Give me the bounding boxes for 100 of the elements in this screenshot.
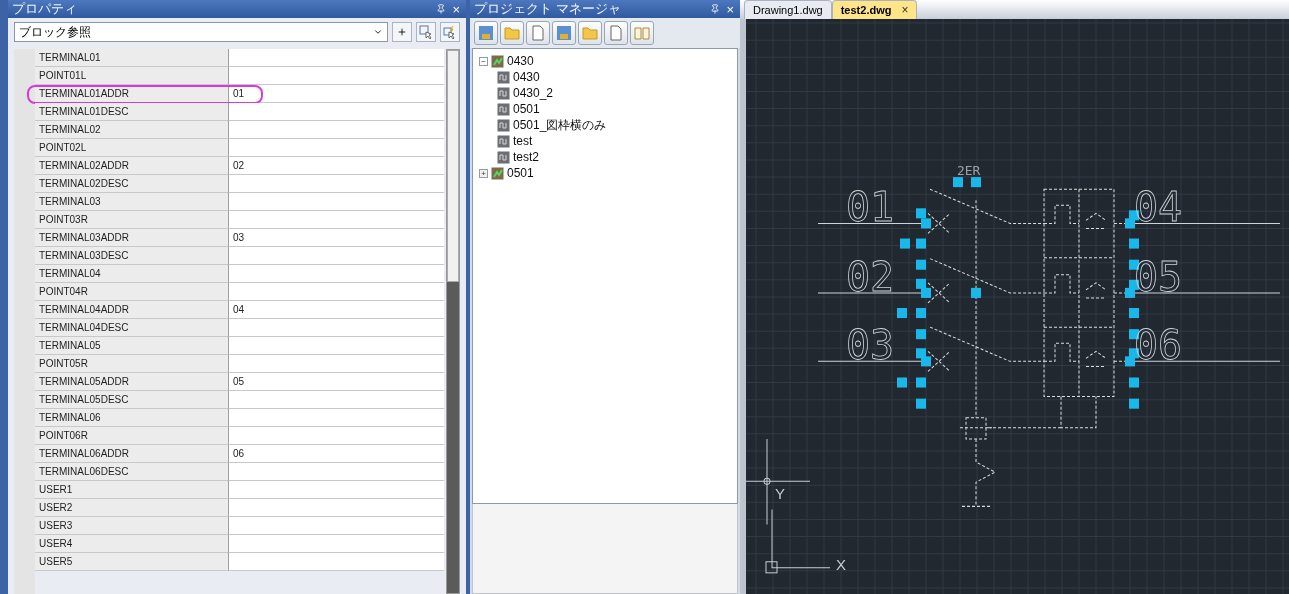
tree-item[interactable]: 0430_2 — [513, 86, 554, 100]
property-value[interactable]: 04 — [229, 301, 444, 319]
property-value[interactable] — [229, 553, 444, 571]
tree-item[interactable]: 0501 — [513, 102, 540, 116]
drawing-file-icon — [497, 134, 510, 148]
pin-icon[interactable] — [710, 4, 721, 14]
book-icon — [634, 26, 650, 40]
tree-item[interactable]: test — [513, 134, 533, 148]
scroll-thumb[interactable] — [447, 50, 459, 282]
property-name: POINT03R — [35, 211, 229, 229]
property-name: TERMINAL06 — [35, 409, 229, 427]
project-icon — [556, 25, 572, 41]
property-value[interactable] — [229, 481, 444, 499]
property-value[interactable] — [229, 103, 444, 121]
property-value[interactable] — [229, 193, 444, 211]
file-tab[interactable]: test2.dwg × — [831, 0, 918, 19]
property-value[interactable] — [229, 517, 444, 535]
property-value[interactable] — [229, 409, 444, 427]
property-name: POINT02L — [35, 139, 229, 157]
tree-item[interactable]: 0501_図枠横のみ — [513, 116, 607, 134]
property-name: USER1 — [35, 481, 229, 499]
close-button[interactable]: × — [726, 1, 734, 17]
object-type-dropdown[interactable]: ブロック参照 — [14, 22, 388, 42]
property-value[interactable] — [229, 391, 444, 409]
project-icon — [478, 25, 494, 41]
property-value[interactable] — [229, 463, 444, 481]
property-name: POINT04R — [35, 283, 229, 301]
close-tab-button[interactable]: × — [901, 3, 909, 17]
property-value[interactable]: 01 — [229, 85, 444, 103]
drawing-canvas[interactable]: 2ER 01 02 03 04 05 06 Y X — [740, 19, 1289, 594]
property-name: TERMINAL06ADDR — [35, 445, 229, 463]
select-objects-button[interactable] — [416, 22, 436, 42]
property-value[interactable] — [229, 535, 444, 553]
panel-title: プロジェクト マネージャ — [474, 0, 621, 18]
property-value[interactable] — [229, 121, 444, 139]
close-button[interactable]: × — [452, 1, 460, 17]
property-name: TERMINAL05ADDR — [35, 373, 229, 391]
project-icon — [491, 54, 504, 68]
plus-icon — [397, 27, 407, 37]
property-value[interactable] — [229, 175, 444, 193]
tree-item[interactable]: 0501 — [507, 166, 534, 180]
property-name: POINT06R — [35, 427, 229, 445]
property-name: TERMINAL01DESC — [35, 103, 229, 121]
scrollbar[interactable] — [446, 49, 460, 594]
property-value[interactable] — [229, 283, 444, 301]
expand-toggle[interactable]: + — [479, 168, 488, 178]
project-settings-button[interactable] — [552, 21, 576, 45]
collapse-toggle[interactable]: − — [479, 56, 488, 66]
open-folder-button[interactable] — [578, 21, 602, 45]
property-name: TERMINAL05DESC — [35, 391, 229, 409]
tree-item[interactable]: test2 — [513, 150, 539, 164]
open-project-button[interactable] — [500, 21, 524, 45]
property-name: USER3 — [35, 517, 229, 535]
toggle-pickadd-button[interactable] — [392, 22, 412, 42]
pin-icon[interactable] — [436, 4, 447, 14]
project-icon — [491, 166, 504, 180]
drawing-file-icon — [497, 70, 510, 84]
property-value[interactable]: 03 — [229, 229, 444, 247]
panel-title: プロパティ — [12, 0, 77, 18]
property-value[interactable] — [229, 247, 444, 265]
property-value[interactable] — [229, 355, 444, 373]
document-icon — [610, 25, 622, 41]
property-name: TERMINAL03DESC — [35, 247, 229, 265]
property-name: TERMINAL02 — [35, 121, 229, 139]
new-file-button[interactable] — [526, 21, 550, 45]
property-name: TERMINAL05 — [35, 337, 229, 355]
property-name: TERMINAL02ADDR — [35, 157, 229, 175]
property-value[interactable] — [229, 139, 444, 157]
quick-select-button[interactable] — [440, 22, 460, 42]
terminal-label: 06 — [1134, 322, 1183, 369]
ucs-axis-icon — [746, 438, 831, 574]
document-icon — [532, 25, 544, 41]
property-value[interactable] — [229, 265, 444, 283]
tree-item[interactable]: 0430 — [507, 54, 534, 68]
cursor-icon — [419, 25, 433, 39]
property-value[interactable] — [229, 427, 444, 445]
property-value[interactable] — [229, 211, 444, 229]
tree-item[interactable]: 0430 — [513, 70, 540, 84]
property-value[interactable] — [229, 499, 444, 517]
terminal-label: 05 — [1134, 253, 1183, 300]
property-value[interactable]: 05 — [229, 373, 444, 391]
file-tab[interactable]: Drawing1.dwg — [744, 0, 832, 19]
property-value[interactable] — [229, 337, 444, 355]
new-project-button[interactable] — [474, 21, 498, 45]
property-value[interactable] — [229, 49, 444, 67]
property-name: TERMINAL03 — [35, 193, 229, 211]
drawing-file-icon — [497, 102, 510, 116]
property-value[interactable]: 06 — [229, 445, 444, 463]
new-drawing-button[interactable] — [604, 21, 628, 45]
property-value[interactable] — [229, 67, 444, 85]
book-button[interactable] — [630, 21, 654, 45]
property-name: POINT05R — [35, 355, 229, 373]
property-value[interactable]: 02 — [229, 157, 444, 175]
axis-label: Y — [775, 485, 785, 503]
drawing-file-icon — [497, 150, 510, 164]
folder-icon — [582, 26, 598, 40]
property-name: TERMINAL04DESC — [35, 319, 229, 337]
property-name: TERMINAL01 — [35, 49, 229, 67]
property-name: TERMINAL04 — [35, 265, 229, 283]
axis-label: X — [836, 555, 846, 573]
